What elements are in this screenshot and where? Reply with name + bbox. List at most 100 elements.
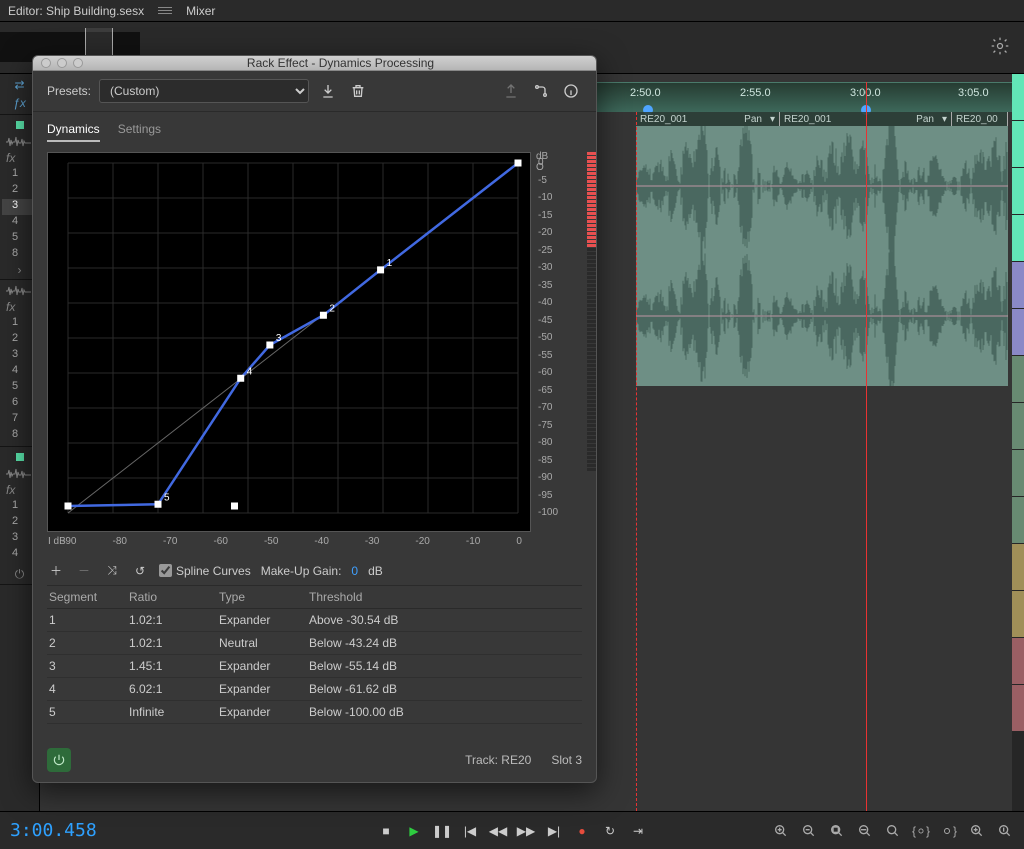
preset-row: Presets: (Custom) — [33, 71, 596, 112]
track-color-chip[interactable] — [1012, 356, 1024, 402]
segment-row[interactable]: 31.45:1ExpanderBelow -55.14 dB — [47, 655, 582, 678]
curve-handle[interactable] — [320, 312, 326, 318]
skip-forward-button[interactable]: ▶| — [546, 823, 562, 839]
transfer-curve-chart[interactable]: 12345 dB O 0-5-10-15-20-25-30-35-40-45-5… — [47, 152, 582, 552]
zoom-selection-icon[interactable] — [856, 822, 874, 840]
preset-select[interactable]: (Custom) — [99, 79, 309, 103]
segment-row[interactable]: 11.02:1ExpanderAbove -30.54 dB — [47, 609, 582, 632]
track-color-chip[interactable] — [1012, 309, 1024, 355]
reset-icon[interactable]: ↺ — [131, 564, 149, 578]
x-tick-label: -20 — [415, 536, 429, 547]
skip-selection-button[interactable]: ⇥ — [630, 823, 646, 839]
save-preset-icon[interactable] — [317, 80, 339, 102]
tab-dynamics[interactable]: Dynamics — [47, 122, 100, 142]
track-color-chip[interactable] — [1012, 497, 1024, 543]
track-color-chip[interactable] — [1012, 685, 1024, 731]
zoom-in-icon[interactable] — [772, 822, 790, 840]
loop-button[interactable]: ↻ — [602, 823, 618, 839]
zoom-in-h-icon[interactable]: {} — [912, 822, 930, 840]
segment-row[interactable]: 5InfiniteExpanderBelow -100.00 dB — [47, 701, 582, 724]
track-color-chip[interactable] — [1012, 74, 1024, 120]
curve-handle[interactable] — [232, 503, 238, 509]
effect-power-button[interactable] — [47, 748, 71, 772]
segment-cell: Expander — [219, 613, 309, 627]
track-color-chip[interactable] — [1012, 450, 1024, 496]
curve-handle[interactable] — [267, 342, 273, 348]
info-icon[interactable] — [560, 80, 582, 102]
clip-header[interactable]: RE20_00 — [952, 112, 1008, 126]
track-color-chip[interactable] — [1012, 591, 1024, 637]
segment-row[interactable]: 46.02:1ExpanderBelow -61.62 dB — [47, 678, 582, 701]
zoom-full-icon[interactable] — [828, 822, 846, 840]
track-color-chip[interactable] — [1012, 403, 1024, 449]
segment-cell: 6.02:1 — [129, 682, 219, 696]
rewind-button[interactable]: ◀◀ — [490, 823, 506, 839]
stop-button[interactable]: ■ — [378, 823, 394, 839]
record-button[interactable]: ● — [574, 823, 590, 839]
skip-back-button[interactable]: |◀ — [462, 823, 478, 839]
spline-checkbox[interactable] — [159, 564, 172, 577]
track-color-chip[interactable] — [1012, 262, 1024, 308]
playhead[interactable] — [866, 82, 867, 811]
track-color-chip[interactable] — [1012, 215, 1024, 261]
zoom-out-h-icon[interactable]: } — [940, 822, 958, 840]
track-color-chip[interactable] — [1012, 121, 1024, 167]
delete-preset-icon[interactable] — [347, 80, 369, 102]
curve-handle[interactable] — [238, 375, 244, 381]
clip-header[interactable]: RE20_001 Pan ▾ — [636, 112, 780, 126]
y-tick-label: -15 — [538, 210, 552, 221]
mixer-tab[interactable]: Mixer — [186, 4, 215, 18]
clip-name: RE20_00 — [952, 114, 998, 125]
maximize-icon[interactable] — [73, 58, 83, 68]
add-point-icon[interactable]: ＋ — [47, 562, 65, 579]
segment-cell: Expander — [219, 682, 309, 696]
share-icon — [500, 80, 522, 102]
chevron-down-icon[interactable]: ▾ — [770, 114, 775, 125]
curve-handle[interactable] — [515, 160, 521, 166]
zoom-fit-icon[interactable] — [884, 822, 902, 840]
zoom-out-icon[interactable] — [800, 822, 818, 840]
segment-cell: 3 — [49, 659, 129, 673]
curve-point-label: 4 — [247, 366, 253, 377]
tab-settings[interactable]: Settings — [118, 122, 161, 142]
track-color-chip[interactable] — [16, 453, 24, 461]
hamburger-icon[interactable] — [158, 7, 172, 14]
x-tick-label: 0 — [516, 536, 522, 547]
curve-handle[interactable] — [65, 503, 71, 509]
fast-forward-button[interactable]: ▶▶ — [518, 823, 534, 839]
y-tick-label: -25 — [538, 245, 552, 256]
close-icon[interactable] — [41, 58, 51, 68]
ruler-tick: 3:05.0 — [958, 87, 989, 99]
presets-label: Presets: — [47, 84, 91, 98]
track-color-chip[interactable] — [1012, 544, 1024, 590]
audio-clip[interactable] — [636, 126, 1008, 386]
curve-point-label: 1 — [387, 258, 393, 269]
editor-title[interactable]: Editor: Ship Building.sesx — [8, 4, 144, 18]
invert-icon[interactable]: ⤨ — [103, 563, 121, 578]
track-color-chip[interactable] — [16, 121, 24, 129]
play-button[interactable]: ▶ — [406, 823, 422, 839]
settings-gear-icon[interactable] — [990, 36, 1010, 61]
y-tick-label: -60 — [538, 367, 552, 378]
pan-label[interactable]: Pan — [740, 114, 766, 125]
pause-button[interactable]: ❚❚ — [434, 823, 450, 839]
segment-row[interactable]: 21.02:1NeutralBelow -43.24 dB — [47, 632, 582, 655]
y-tick-label: -35 — [538, 280, 552, 291]
track-color-chip[interactable] — [1012, 638, 1024, 684]
dialog-titlebar[interactable]: Rack Effect - Dynamics Processing — [33, 56, 596, 71]
minimize-icon[interactable] — [57, 58, 67, 68]
track-color-chip[interactable] — [1012, 168, 1024, 214]
curve-handle[interactable] — [378, 267, 384, 273]
makeup-gain-value[interactable]: 0 — [351, 564, 358, 578]
zoom-in-v-icon[interactable] — [968, 822, 986, 840]
routing-icon[interactable] — [530, 80, 552, 102]
curve-handle[interactable] — [155, 501, 161, 507]
timecode-display[interactable]: 3:00.458 — [10, 820, 97, 841]
curve-point-label: 2 — [329, 303, 335, 314]
pan-label[interactable]: Pan — [912, 114, 938, 125]
col-segment: Segment — [49, 590, 129, 604]
chevron-down-icon[interactable]: ▾ — [942, 114, 947, 125]
zoom-out-v-icon[interactable] — [996, 822, 1014, 840]
remove-point-icon: － — [75, 562, 93, 579]
footer-track-label: Track: RE20 — [465, 753, 531, 767]
